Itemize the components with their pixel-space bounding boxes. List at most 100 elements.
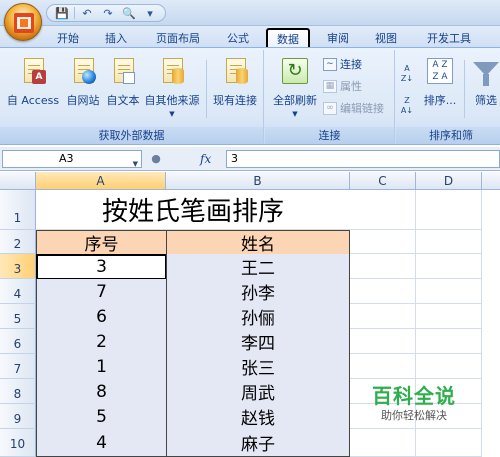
from-access-button[interactable]: A 自 Access: [6, 56, 60, 108]
formula-cancel-icon[interactable]: ●: [146, 151, 166, 167]
from-other-sources-label: 自其他来源: [144, 94, 200, 107]
tab-developer[interactable]: 开发工具: [418, 28, 480, 48]
sort-icon: A ZZ A: [425, 56, 455, 86]
ribbon-separator: [464, 60, 465, 118]
cell-b4[interactable]: 孙李: [166, 279, 350, 305]
cell-c6[interactable]: [350, 329, 416, 354]
existing-connections-label: 现有连接: [213, 94, 257, 107]
cell-d5[interactable]: [416, 304, 482, 329]
cell-a3[interactable]: 3: [36, 254, 167, 280]
undo-icon[interactable]: ↶: [78, 6, 96, 20]
watermark-tagline: 助你轻松解决: [381, 409, 447, 422]
cell-b5[interactable]: 孙俪: [166, 304, 350, 330]
row-header-7[interactable]: 7: [0, 354, 36, 379]
column-header-c[interactable]: C: [350, 172, 416, 190]
office-button[interactable]: [4, 3, 42, 41]
sort-descending-button[interactable]: Z A↓: [400, 96, 414, 120]
tab-view[interactable]: 视图: [366, 28, 406, 48]
cell-d1[interactable]: [416, 190, 482, 230]
connections-button[interactable]: ∼ 连接: [323, 56, 362, 72]
column-header-d[interactable]: D: [416, 172, 482, 190]
sort-ascending-button[interactable]: A Z↓: [400, 64, 414, 88]
filter-button[interactable]: 筛选: [468, 56, 500, 108]
cell-c1[interactable]: [350, 190, 416, 230]
row-header-9[interactable]: 9: [0, 404, 36, 429]
cell-b6[interactable]: 李四: [166, 329, 350, 355]
cell-a10[interactable]: 4: [36, 429, 167, 457]
column-header-b[interactable]: B: [166, 172, 350, 190]
header-cell-number[interactable]: 序号: [36, 230, 167, 255]
cell-b9[interactable]: 赵钱: [166, 404, 350, 430]
cell-a5[interactable]: 6: [36, 304, 167, 330]
row-header-5[interactable]: 5: [0, 304, 36, 329]
row-header-2[interactable]: 2: [0, 230, 36, 254]
tab-review[interactable]: 审阅: [318, 28, 358, 48]
tab-data[interactable]: 数据: [266, 28, 310, 49]
from-web-button[interactable]: 自网站: [64, 56, 102, 108]
cell-c5[interactable]: [350, 304, 416, 329]
cell-d10[interactable]: [416, 429, 482, 457]
cell-c2[interactable]: [350, 230, 416, 254]
sort-label: 排序...: [423, 94, 457, 107]
chevron-down-icon: ▼: [169, 110, 175, 118]
row-header-8[interactable]: 8: [0, 379, 36, 404]
column-header-e[interactable]: [482, 172, 500, 190]
cell-a8[interactable]: 8: [36, 379, 167, 405]
cell-a7[interactable]: 1: [36, 354, 167, 380]
column-header-a[interactable]: A: [36, 172, 166, 190]
row-header-3[interactable]: 3: [0, 254, 36, 279]
tab-formulas[interactable]: 公式: [218, 28, 258, 48]
properties-button[interactable]: ▦ 属性: [323, 78, 362, 94]
customize-icon[interactable]: ▾: [141, 6, 159, 20]
excel-window: 💾 ↶ ↷ 🔍 ▾ 开始 插入 页面布局 公式 数据 审阅 视图 开发工具 A …: [0, 0, 500, 457]
refresh-all-button[interactable]: ↻ 全部刷新 ▼: [271, 56, 319, 118]
row-header-6[interactable]: 6: [0, 329, 36, 354]
cell-d3[interactable]: [416, 254, 482, 279]
from-text-button[interactable]: 自文本: [104, 56, 142, 108]
insert-function-icon[interactable]: fx: [200, 150, 222, 168]
access-icon: A: [18, 56, 48, 86]
cell-b10[interactable]: 麻子: [166, 429, 350, 457]
properties-icon: ▦: [323, 79, 337, 93]
cell-c3[interactable]: [350, 254, 416, 279]
cell-d7[interactable]: [416, 354, 482, 379]
existing-connections-button[interactable]: 现有连接: [210, 56, 260, 108]
cell-d4[interactable]: [416, 279, 482, 304]
save-icon[interactable]: 💾: [53, 6, 71, 20]
cell-b8[interactable]: 周武: [166, 379, 350, 405]
cell-c7[interactable]: [350, 354, 416, 379]
preview-icon[interactable]: 🔍: [120, 6, 138, 20]
watermark: 百科全说 助你轻松解决: [368, 384, 460, 428]
tab-insert[interactable]: 插入: [96, 28, 136, 48]
edit-links-button[interactable]: ∞ 编辑链接: [323, 100, 384, 116]
cell-c10[interactable]: [350, 429, 416, 457]
cell-a6[interactable]: 2: [36, 329, 167, 355]
cell-d6[interactable]: [416, 329, 482, 354]
cell-b3[interactable]: 王二: [166, 254, 350, 280]
cell-a4[interactable]: 7: [36, 279, 167, 305]
row-header-10[interactable]: 10: [0, 429, 36, 457]
sheet-title-cell[interactable]: 按姓氏笔画排序: [36, 190, 350, 230]
select-all-corner[interactable]: [0, 172, 36, 190]
name-box[interactable]: A3 ▼: [2, 150, 142, 168]
cell-c4[interactable]: [350, 279, 416, 304]
header-cell-name[interactable]: 姓名: [166, 230, 350, 255]
sort-button[interactable]: A ZZ A 排序...: [420, 56, 460, 108]
row-header-4[interactable]: 4: [0, 279, 36, 304]
cell-a9[interactable]: 5: [36, 404, 167, 430]
cell-b7[interactable]: 张三: [166, 354, 350, 380]
tab-home[interactable]: 开始: [48, 28, 88, 48]
tab-page-layout[interactable]: 页面布局: [148, 28, 208, 48]
quick-access-toolbar: 💾 ↶ ↷ 🔍 ▾: [46, 4, 166, 22]
chevron-down-icon[interactable]: ▼: [133, 156, 138, 172]
group-connections: ↻ 全部刷新 ▼ ∼ 连接 ▦ 属性 ∞ 编辑链接 连接: [265, 50, 395, 144]
redo-icon[interactable]: ↷: [99, 6, 117, 20]
edit-links-icon: ∞: [323, 101, 337, 115]
connections-label: 连接: [340, 58, 362, 71]
watermark-logo-text: 百科全说: [372, 384, 456, 408]
row-header-1[interactable]: 1: [0, 190, 36, 230]
formula-bar: A3 ▼ ● fx 3: [0, 147, 500, 171]
from-other-sources-button[interactable]: 自其他来源 ▼: [143, 56, 201, 118]
formula-input[interactable]: 3: [226, 150, 500, 168]
cell-d2[interactable]: [416, 230, 482, 254]
